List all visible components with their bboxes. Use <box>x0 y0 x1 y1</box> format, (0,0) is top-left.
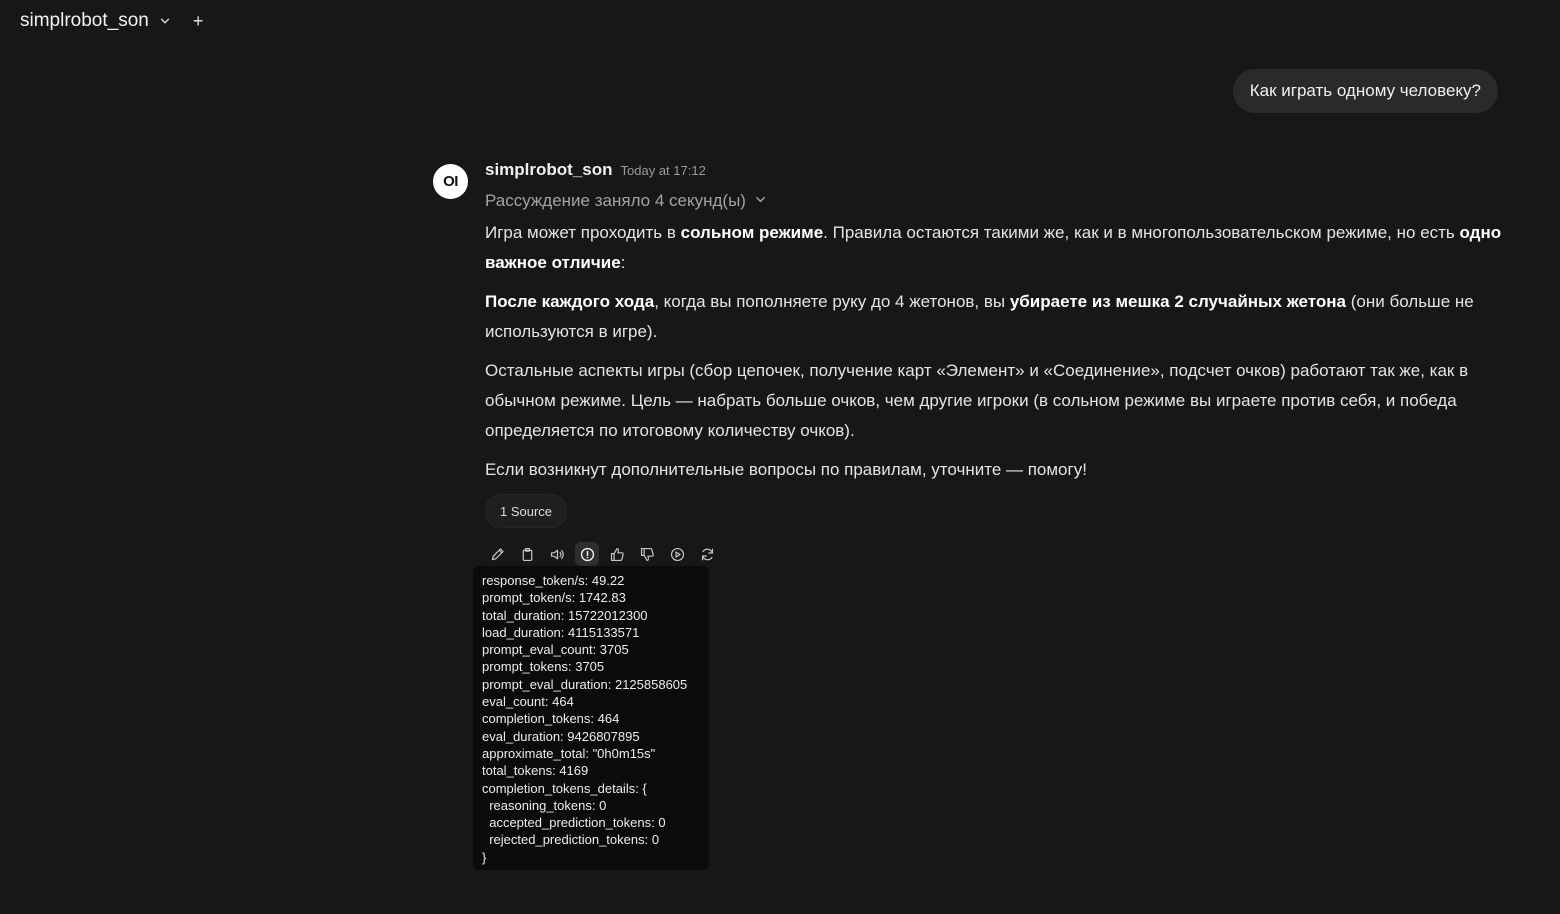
text-run: Если возникнут дополнительные вопросы по… <box>485 460 1087 479</box>
usage-line: load_duration: 4115133571 <box>482 624 640 640</box>
usage-line: prompt_eval_duration: 2125858605 <box>482 676 688 692</box>
usage-line: reasoning_tokens: 0 <box>482 797 607 813</box>
info-icon[interactable] <box>575 542 599 566</box>
usage-line: accepted_prediction_tokens: 0 <box>482 815 666 831</box>
usage-line: total_tokens: 4169 <box>482 763 589 779</box>
model-selector[interactable]: simplrobot_son <box>20 10 149 32</box>
usage-line: rejected_prediction_tokens: 0 <box>482 832 660 848</box>
text-run: Игра может проходить в <box>485 223 681 242</box>
bold-text: После каждого хода <box>485 292 655 311</box>
usage-line: response_token/s: 49.22 <box>482 573 625 588</box>
usage-line: prompt_eval_count: 3705 <box>482 642 629 658</box>
thumbs-up-icon[interactable] <box>605 542 629 566</box>
usage-line: completion_tokens_details: { <box>482 780 647 796</box>
reasoning-label: Рассуждение заняло 4 секунд(ы) <box>485 191 746 210</box>
usage-line: prompt_token/s: 1742.83 <box>482 590 626 606</box>
add-model-button[interactable]: + <box>193 12 204 30</box>
reasoning-toggle[interactable]: Рассуждение заняло 4 секунд(ы) <box>485 188 1505 214</box>
text-run: . Правила остаются такими же, как и в мн… <box>823 223 1460 242</box>
message-header: simplrobot_son Today at 17:12 <box>485 160 1505 186</box>
usage-line: } <box>482 849 487 865</box>
usage-info-tooltip: response_token/s: 49.22 prompt_token/s: 1… <box>473 566 709 870</box>
usage-line: total_duration: 15722012300 <box>482 607 648 623</box>
usage-line: eval_duration: 9426807895 <box>482 728 640 744</box>
regenerate-icon[interactable] <box>695 542 719 566</box>
top-bar: simplrobot_son + <box>20 8 203 34</box>
message-timestamp: Today at 17:12 <box>620 163 706 178</box>
user-message-bubble: Как играть одному человеку? <box>1232 69 1498 113</box>
message-paragraph: Остальные аспекты игры (сбор цепочек, по… <box>485 356 1505 446</box>
message-body: Игра может проходить в сольном режиме. П… <box>485 218 1505 485</box>
bold-text: убираете из мешка 2 случайных жетона <box>1009 292 1347 311</box>
edit-icon[interactable] <box>485 542 509 566</box>
chevron-down-icon <box>754 191 767 211</box>
text-run: , когда вы пополняете руку до 4 жетонов,… <box>654 292 1010 311</box>
assistant-message: simplrobot_son Today at 17:12 Рассуждени… <box>485 160 1505 568</box>
assistant-name: simplrobot_son <box>485 160 613 179</box>
assistant-avatar: OI <box>433 164 468 199</box>
message-paragraph: Если возникнут дополнительные вопросы по… <box>485 455 1505 485</box>
thumbs-down-icon[interactable] <box>635 542 659 566</box>
usage-line: approximate_total: "0h0m15s" <box>482 745 656 761</box>
bold-text: сольном режиме <box>680 223 824 242</box>
message-paragraph: Игра может проходить в сольном режиме. П… <box>485 218 1505 278</box>
text-run: : <box>620 253 626 272</box>
usage-line: eval_count: 464 <box>482 694 574 710</box>
continue-icon[interactable] <box>665 542 689 566</box>
copy-icon[interactable] <box>515 542 539 566</box>
chevron-down-icon[interactable] <box>159 14 173 28</box>
text-run: Остальные аспекты игры (сбор цепочек, по… <box>485 361 1469 440</box>
usage-line: completion_tokens: 464 <box>482 711 620 727</box>
usage-line: prompt_tokens: 3705 <box>482 659 605 675</box>
message-paragraph: После каждого хода, когда вы пополняете … <box>485 287 1505 347</box>
speaker-icon[interactable] <box>545 542 569 566</box>
sources-button[interactable]: 1 Source <box>485 494 568 528</box>
message-actions <box>485 540 1505 568</box>
